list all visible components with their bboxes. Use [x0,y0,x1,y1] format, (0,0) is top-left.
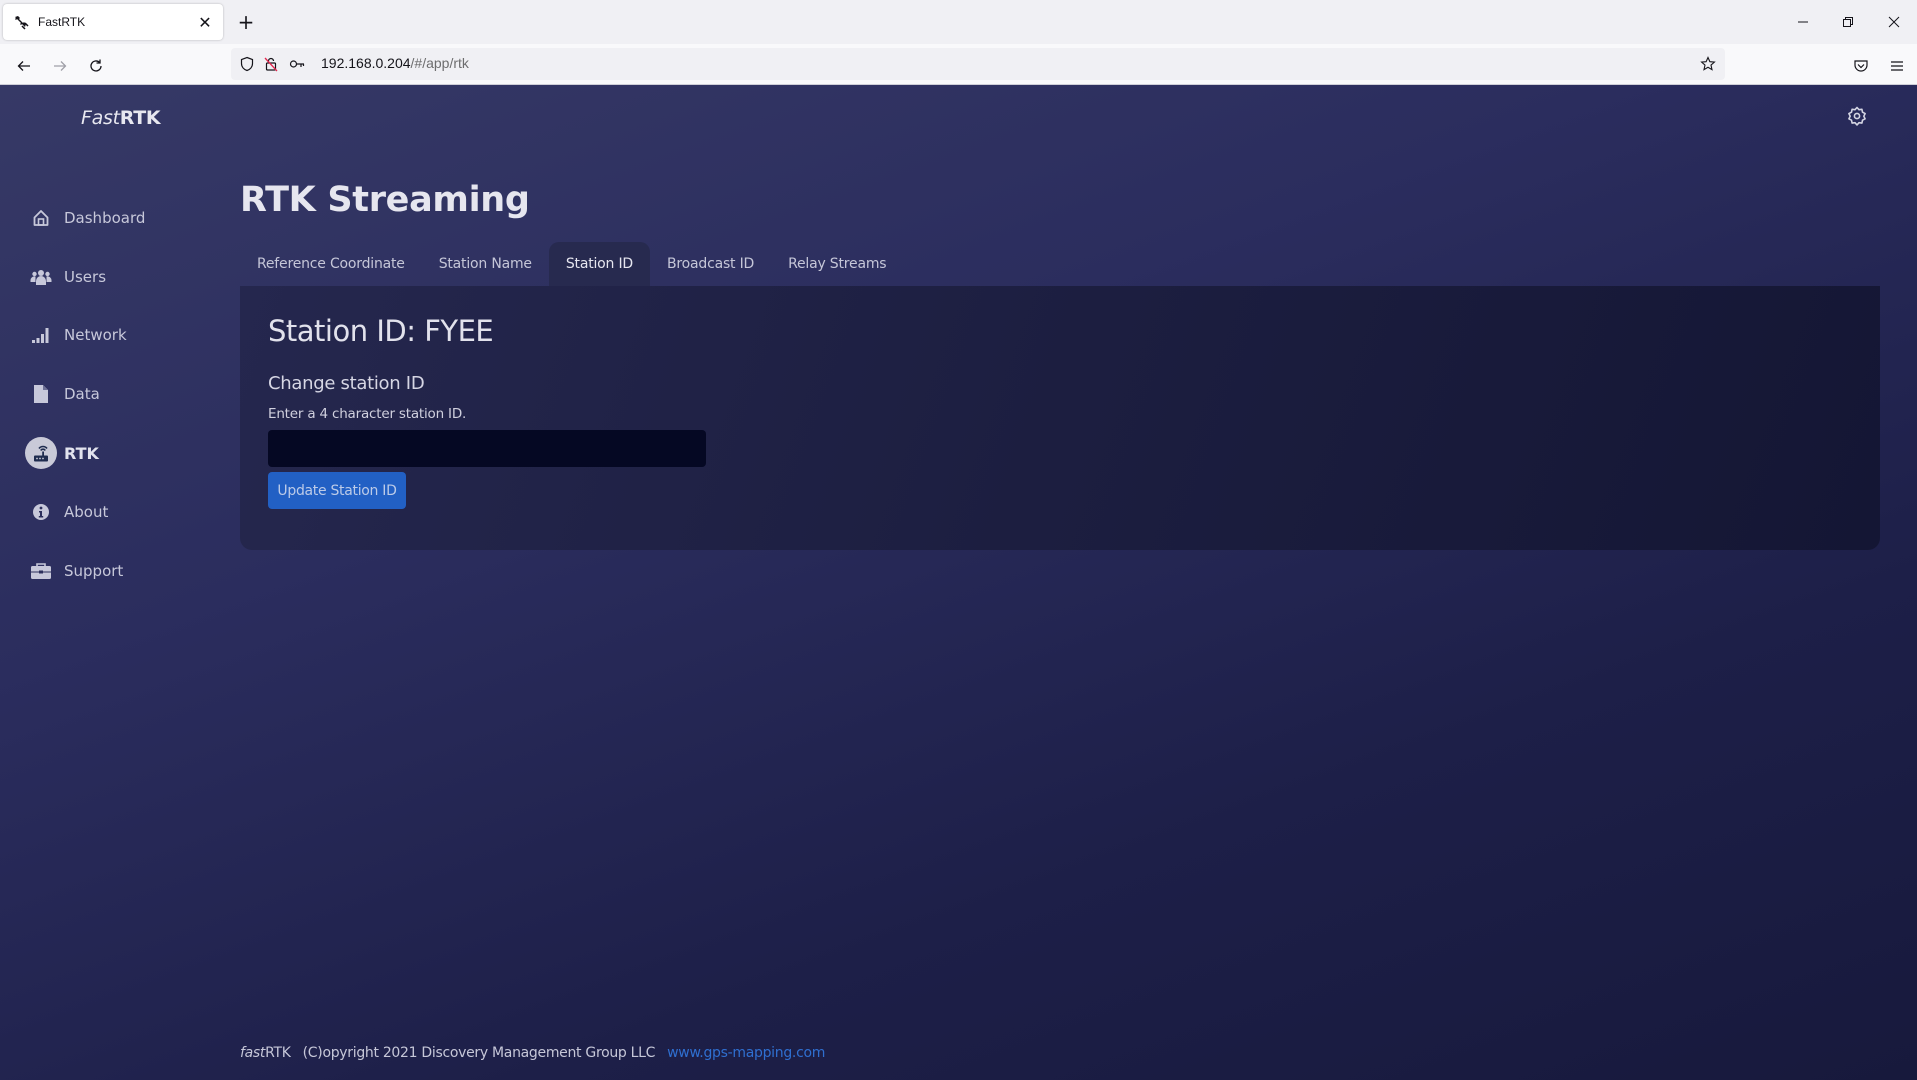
rtk-tabs: Reference Coordinate Station Name Statio… [240,242,903,286]
footer-brand-italic: fast [240,1045,266,1061]
station-id-heading: Station ID: FYEE [268,314,494,348]
page-title: RTK Streaming [240,180,530,220]
app-root: FastRTK Dashboard Users Network Data RTK… [0,85,1917,1080]
url-bar[interactable]: 192.168.0.204/#/app/rtk [231,48,1725,80]
browser-tab-title: FastRTK [38,15,86,29]
reload-icon[interactable] [82,52,110,80]
url-text[interactable]: 192.168.0.204/#/app/rtk [321,55,469,71]
sidebar-item-label: Dashboard [64,209,146,227]
sidebar-item-network[interactable]: Network [25,317,127,353]
close-tab-icon[interactable]: ✕ [197,13,213,32]
home-icon [25,202,57,234]
footer-brand: fastRTK [240,1045,291,1061]
url-host: 192.168.0.204 [321,55,411,71]
menu-icon[interactable] [1883,52,1911,80]
change-station-id-heading: Change station ID [268,373,425,394]
forward-icon[interactable] [46,52,74,80]
footer-brand-rest: RTK [265,1045,291,1061]
station-id-help-text: Enter a 4 character station ID. [268,406,467,422]
tab-relay-streams[interactable]: Relay Streams [771,242,903,286]
new-tab-button[interactable]: + [234,10,258,34]
station-id-input[interactable] [268,430,706,467]
insecure-lock-icon[interactable] [263,56,279,72]
users-icon [25,261,57,293]
sidebar: Dashboard Users Network Data RTK About S… [0,85,230,1080]
footer: fastRTK (C)opyright 2021 Discovery Manag… [240,1045,825,1061]
tab-station-name[interactable]: Station Name [422,242,549,286]
info-icon [25,496,57,528]
tab-broadcast-id[interactable]: Broadcast ID [650,242,771,286]
sidebar-item-label: RTK [64,443,99,463]
key-icon[interactable] [289,56,305,72]
url-path: /#/app/rtk [410,55,469,71]
browser-tab-strip: FastRTK ✕ + [0,0,1917,44]
shield-icon[interactable] [239,56,255,72]
gear-icon[interactable] [1846,105,1868,127]
bookmark-star-icon[interactable] [1700,56,1716,72]
sidebar-item-label: Users [64,268,107,286]
tab-reference-coordinate[interactable]: Reference Coordinate [240,242,422,286]
sidebar-item-data[interactable]: Data [25,376,100,412]
sidebar-item-about[interactable]: About [25,494,108,530]
restore-icon[interactable] [1826,8,1870,36]
pocket-icon[interactable] [1847,52,1875,80]
sidebar-item-label: Data [64,385,100,403]
satellite-icon [13,14,29,30]
sidebar-item-label: Network [64,326,127,344]
file-icon [25,378,57,410]
router-icon [25,437,57,469]
sidebar-item-rtk[interactable]: RTK [25,435,99,471]
briefcase-icon [25,555,57,587]
minimize-icon[interactable] [1781,8,1825,36]
sidebar-item-label: Support [64,562,124,580]
tab-station-id[interactable]: Station ID [548,242,650,286]
footer-copyright: (C)opyright 2021 Discovery Management Gr… [302,1045,656,1061]
sidebar-item-support[interactable]: Support [25,553,123,589]
station-id-panel: Station ID: FYEE Change station ID Enter… [240,286,1880,550]
footer-website-link[interactable]: www.gps-mapping.com [667,1045,825,1061]
browser-tab[interactable]: FastRTK ✕ [3,4,223,40]
browser-nav-bar: 192.168.0.204/#/app/rtk [0,44,1917,85]
close-window-icon[interactable] [1872,8,1916,36]
sidebar-item-dashboard[interactable]: Dashboard [25,200,145,236]
signal-icon [25,319,57,351]
sidebar-item-label: About [64,503,109,521]
sidebar-item-users[interactable]: Users [25,259,106,295]
back-icon[interactable] [10,52,38,80]
update-station-id-button[interactable]: Update Station ID [268,472,406,509]
